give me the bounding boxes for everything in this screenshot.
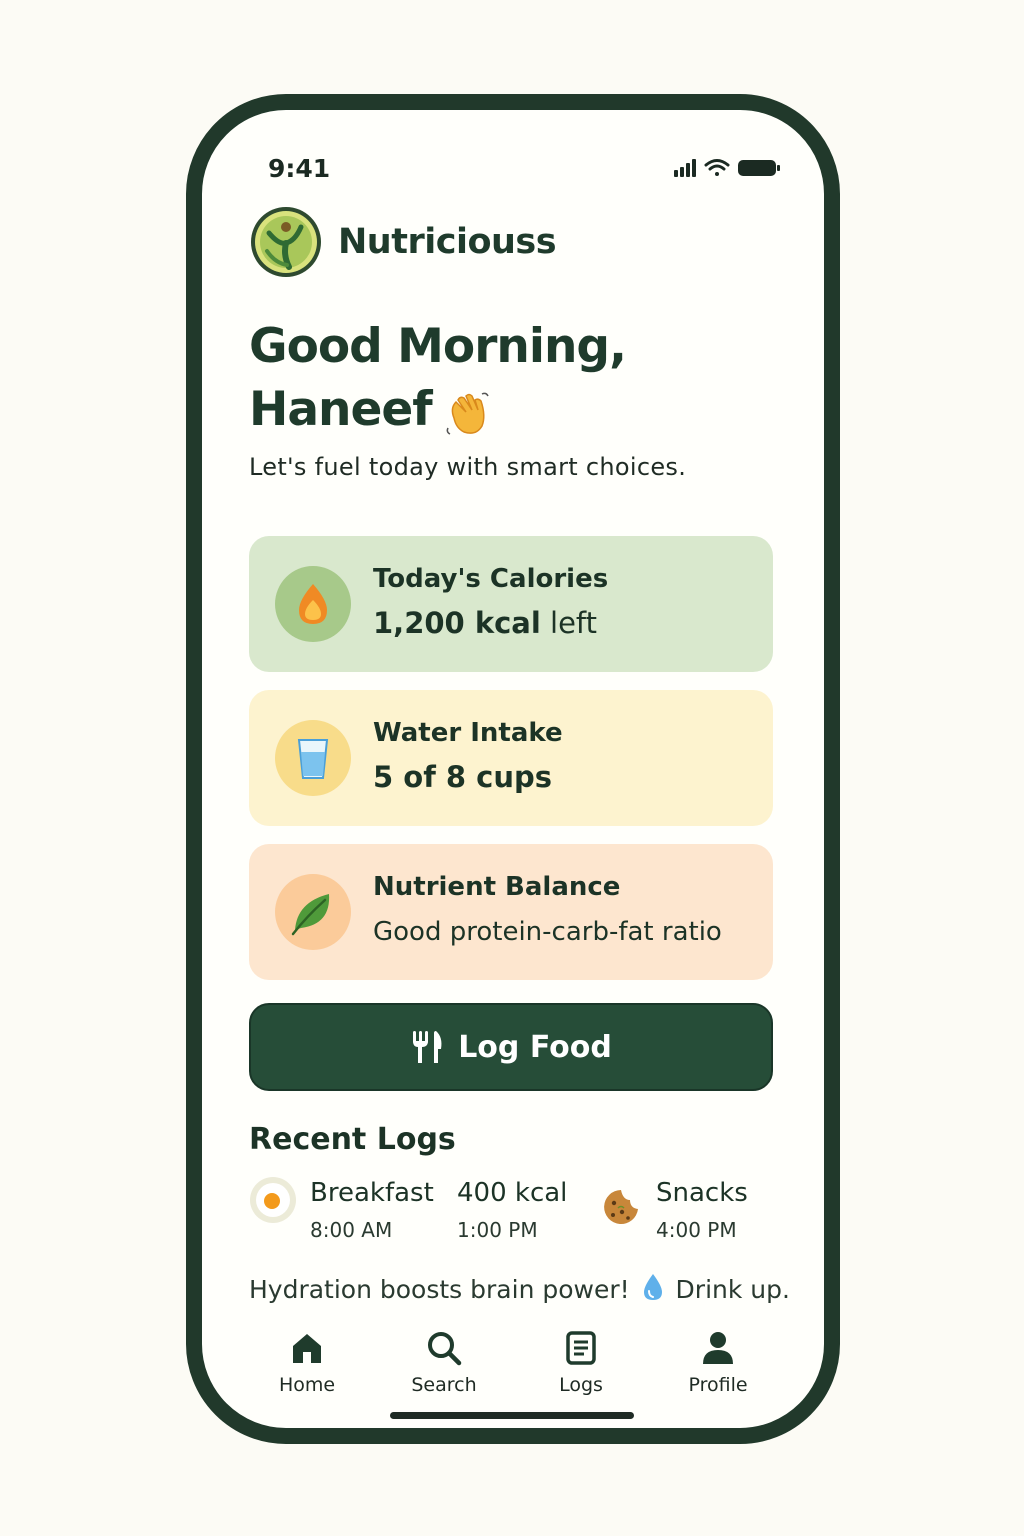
greeting-line-2-row: Haneef <box>249 378 626 441</box>
hydration-tip: Hydration boosts brain power! Drink up. <box>249 1272 790 1304</box>
calories-value-row: 1,200 kcal left <box>373 606 597 640</box>
log-item-time: 4:00 PM <box>656 1218 737 1242</box>
log-item-time: 8:00 AM <box>310 1218 393 1242</box>
nutrient-icon-circle <box>275 874 351 950</box>
calories-title: Today's Calories <box>373 564 609 594</box>
flame-icon <box>299 584 327 624</box>
app-logo-icon <box>251 207 321 277</box>
calories-card[interactable]: Today's Calories 1,200 kcal left <box>249 536 773 672</box>
nav-search-label: Search <box>411 1374 477 1396</box>
water-value: 5 of 8 cups <box>373 760 553 794</box>
nutrient-title: Nutrient Balance <box>373 872 621 902</box>
battery-icon <box>738 160 780 176</box>
search-icon <box>428 1332 462 1366</box>
wifi-icon <box>704 159 730 176</box>
home-icon <box>293 1334 321 1363</box>
nav-profile-label: Profile <box>688 1374 748 1396</box>
water-icon-circle <box>275 720 351 796</box>
greeting-line-1: Good Morning, <box>249 319 627 374</box>
tip-text-end: Drink up. <box>667 1275 790 1304</box>
fried-egg-icon <box>250 1177 296 1223</box>
calories-value-suffix: left <box>540 606 597 640</box>
log-food-button[interactable]: Log Food <box>249 1003 773 1091</box>
phone-frame: 9:41 Nutriciouss Good Morning, Haneef Le… <box>186 94 840 1444</box>
status-time: 9:41 <box>268 154 331 183</box>
log-item-name[interactable]: 400 kcal <box>457 1178 567 1208</box>
status-icons <box>674 159 780 177</box>
home-indicator <box>390 1412 634 1419</box>
waving-hand-icon <box>446 392 489 435</box>
fork-knife-icon <box>413 1031 442 1063</box>
nav-search[interactable]: Search <box>394 1330 494 1396</box>
signal-icon <box>674 159 696 177</box>
nutrient-card[interactable]: Nutrient Balance Good protein-carb-fat r… <box>249 844 773 980</box>
greeting-name: Haneef <box>249 382 433 437</box>
cookie-icon <box>604 1190 638 1224</box>
nav-profile[interactable]: Profile <box>668 1330 768 1396</box>
greeting-heading: Good Morning, Haneef <box>249 315 627 441</box>
tip-text-start: Hydration boosts brain power! <box>249 1275 638 1304</box>
profile-icon <box>703 1332 733 1364</box>
recent-logs-heading: Recent Logs <box>249 1122 456 1157</box>
water-glass-icon <box>297 739 329 779</box>
nav-logs-label: Logs <box>559 1374 603 1396</box>
log-item-name[interactable]: Snacks <box>656 1178 748 1208</box>
calories-value: 1,200 kcal <box>373 606 541 640</box>
greeting-subtitle: Let's fuel today with smart choices. <box>249 453 687 481</box>
leaf-icon <box>291 894 330 936</box>
water-title: Water Intake <box>373 718 563 748</box>
nutrient-value: Good protein-carb-fat ratio <box>373 917 722 947</box>
nav-home[interactable]: Home <box>257 1330 357 1396</box>
water-card[interactable]: Water Intake 5 of 8 cups <box>249 690 773 826</box>
log-item-time: 1:00 PM <box>457 1218 538 1242</box>
logs-icon <box>566 1331 596 1365</box>
log-item-name[interactable]: Breakfast <box>310 1178 434 1208</box>
log-food-label: Log Food <box>458 1029 612 1065</box>
water-drop-icon <box>643 1274 662 1300</box>
nav-logs[interactable]: Logs <box>531 1330 631 1396</box>
calories-icon-circle <box>275 566 351 642</box>
nav-home-label: Home <box>278 1374 336 1396</box>
app-title: Nutriciouss <box>338 222 557 262</box>
